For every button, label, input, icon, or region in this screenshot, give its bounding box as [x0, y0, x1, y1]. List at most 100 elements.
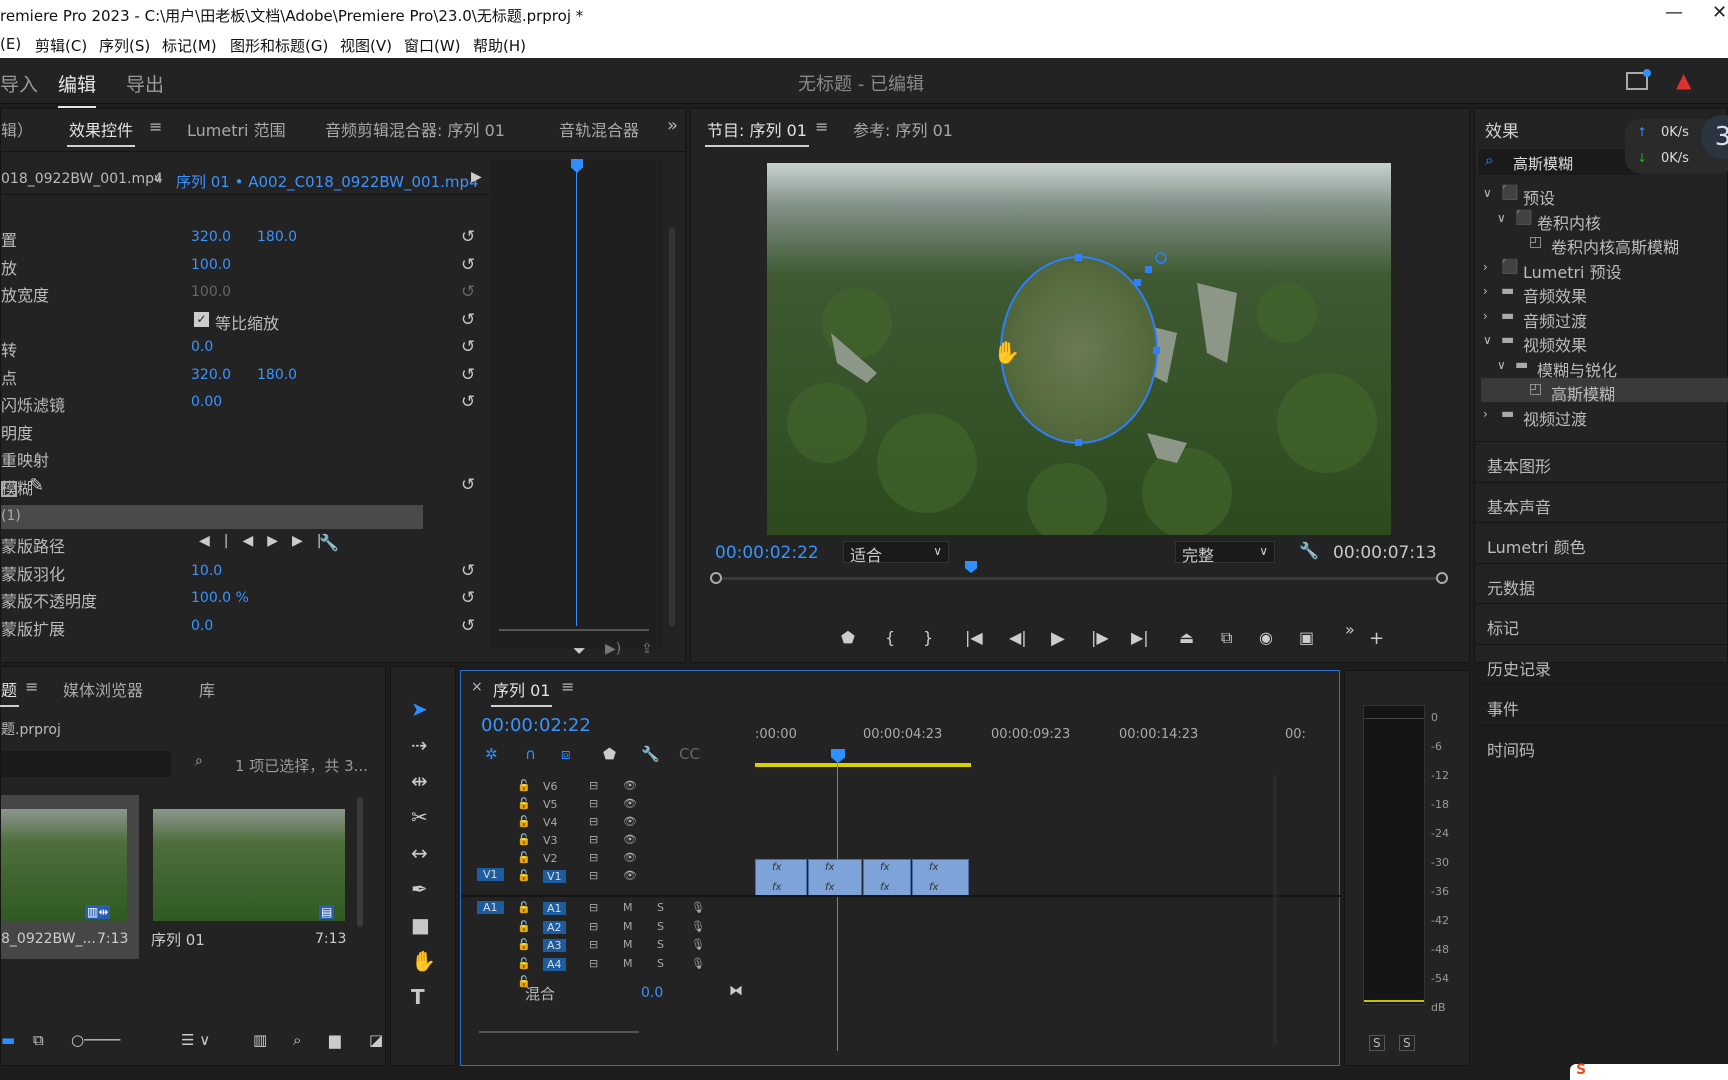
fit-dropdown[interactable]: 适合 ∨ [843, 541, 949, 565]
tab-audio-clip-mixer[interactable]: 音频剪辑混合器: 序列 01 [325, 117, 505, 141]
lock-icon[interactable]: 🔓 [517, 815, 531, 828]
ellipse-mask-icon[interactable] [1, 481, 17, 497]
property-value-2[interactable]: 180.0 [257, 367, 297, 383]
track-scroll[interactable] [1273, 775, 1277, 1045]
step-forward-icon[interactable]: |▶ [1091, 628, 1109, 647]
track-label[interactable]: A1 [543, 902, 566, 915]
eye-icon[interactable]: 👁 [623, 851, 637, 864]
chevron-icon[interactable]: › [1483, 309, 1488, 323]
rectangle-tool-icon[interactable]: ■ [411, 913, 430, 937]
mark-in-icon[interactable]: { [885, 628, 895, 647]
track-label[interactable]: A3 [543, 939, 566, 952]
sync-lock-icon[interactable]: ⊟ [589, 957, 598, 970]
comparison-view-icon[interactable]: ▣ [1299, 628, 1314, 647]
source-a1[interactable]: A1 [477, 901, 504, 914]
tab-export[interactable]: 导出 [126, 70, 164, 97]
effects-section[interactable]: 元数据 [1487, 575, 1535, 599]
sync-lock-icon[interactable]: ⊟ [589, 833, 598, 846]
effects-section[interactable]: 基本声音 [1487, 494, 1551, 518]
lock-icon[interactable]: 🔓 [517, 833, 531, 846]
camera-icon[interactable]: ◉ [1259, 628, 1273, 647]
reset-icon[interactable]: ↺ [461, 475, 475, 495]
playhead-timecode[interactable]: 00:00:02:22 [715, 543, 819, 563]
effects-tree-item[interactable]: 预设 [1523, 185, 1555, 209]
panel-menu-icon[interactable]: ≡ [25, 677, 38, 696]
menu-view[interactable]: 视图(V) [340, 35, 392, 56]
wrench-icon[interactable]: 🔧 [641, 745, 660, 763]
effects-section[interactable]: Lumetri 颜色 [1487, 534, 1586, 558]
menu-window[interactable]: 窗口(W) [404, 35, 461, 56]
sort-icon[interactable]: ☰ ∨ [181, 1031, 210, 1049]
effects-search[interactable]: ⌕ 高斯模糊 [1479, 149, 1639, 175]
track-label[interactable]: V1 [543, 870, 566, 883]
new-item-icon[interactable]: ◪ [369, 1031, 383, 1049]
close-button[interactable]: ✕ [1712, 2, 1727, 23]
reset-icon[interactable]: ↺ [461, 392, 475, 412]
monitor-scrubber[interactable] [710, 561, 1448, 584]
tab-reference[interactable]: 参考: 序列 01 [853, 117, 953, 141]
close-icon[interactable]: × [471, 679, 483, 695]
sequence-clip-label[interactable]: 序列 01 • A002_C018_0922BW_001.mp4 [176, 171, 479, 192]
scrubber-end-handle[interactable] [1436, 572, 1448, 584]
track-label[interactable]: A2 [543, 920, 566, 934]
warning-icon[interactable]: ▲ [1676, 68, 1691, 92]
find-icon[interactable]: ⌕ [195, 753, 203, 769]
pen-mask-icon[interactable]: ✎ [29, 475, 44, 496]
zoom-scrollbar[interactable] [499, 629, 649, 631]
video-frame[interactable]: ✋ [767, 163, 1391, 535]
property-value-2[interactable]: 180.0 [257, 229, 297, 245]
find-icon[interactable]: ⌕ [293, 1031, 301, 1049]
uniform-scale-checkbox[interactable]: ✓ [194, 311, 209, 327]
project-item-clip[interactable]: ▥⇹ 8_0922BW_... 7:13 [1, 795, 139, 959]
mask-property-value[interactable]: 0.0 [191, 618, 213, 634]
tab-sequence[interactable]: 序列 01 [490, 677, 553, 707]
lock-icon[interactable]: 🔓 [517, 920, 531, 933]
property-value[interactable]: 0.0 [191, 339, 213, 355]
timeline-timecode[interactable]: 00:00:02:22 [481, 715, 591, 736]
effects-section[interactable]: 时间码 [1487, 737, 1535, 761]
track-label[interactable]: V6 [543, 780, 558, 793]
sync-lock-icon[interactable]: ⊟ [589, 851, 598, 864]
eye-icon[interactable]: 👁 [623, 779, 637, 792]
tab-program[interactable]: 节目: 序列 01 [705, 117, 809, 147]
lock-icon[interactable]: 🔓 [517, 869, 531, 882]
mix-toggle-icon[interactable]: ⧓ [729, 983, 743, 999]
go-to-in-icon[interactable]: |◀ [965, 628, 983, 647]
eye-icon[interactable]: 👁 [623, 833, 637, 846]
solo-right-button[interactable]: S [1399, 1035, 1415, 1051]
timeline-zoom-bar[interactable] [479, 1031, 639, 1033]
mic-icon[interactable]: 🎙 [691, 957, 705, 970]
reset-icon[interactable]: ↺ [461, 337, 475, 357]
mask-track-controls[interactable]: ◀|◀▶▶| [199, 533, 336, 549]
nest-icon[interactable]: ✲ [485, 745, 498, 763]
mic-icon[interactable]: 🎙 [691, 938, 705, 951]
effects-tree-item[interactable]: Lumetri 预设 [1523, 259, 1622, 283]
property-value[interactable]: 100.0 [191, 284, 231, 300]
wrench-icon[interactable]: 🔧 [1299, 541, 1319, 560]
list-view-icon[interactable]: ▬ [1, 1031, 15, 1049]
mask-row[interactable]: (1) [1, 505, 423, 529]
effects-tree-item[interactable]: 卷积内核 [1537, 210, 1601, 234]
tab-lumetri-scopes[interactable]: Lumetri 范围 [187, 117, 286, 141]
reset-icon[interactable]: ↺ [461, 227, 475, 247]
property-value[interactable]: 100.0 [191, 257, 231, 273]
slip-tool-icon[interactable]: ↔ [411, 841, 428, 865]
effects-section[interactable]: 事件 [1487, 696, 1519, 720]
mix-value[interactable]: 0.0 [641, 985, 663, 1001]
effects-tree-item[interactable]: 卷积内核高斯模糊 [1551, 234, 1679, 258]
video-clip[interactable]: fx fx [808, 859, 862, 897]
mute-button[interactable]: M [623, 938, 633, 951]
reset-icon[interactable]: ↺ [461, 561, 475, 581]
mic-icon[interactable]: 🎙 [691, 920, 705, 933]
type-tool-icon[interactable]: T [411, 985, 425, 1009]
sync-lock-icon[interactable]: ⊟ [589, 920, 598, 933]
solo-left-button[interactable]: S [1369, 1035, 1385, 1051]
more-tabs-icon[interactable]: » [667, 115, 678, 136]
extract-icon[interactable]: ⧉ [1221, 628, 1232, 648]
lock-icon[interactable]: 🔓 [517, 938, 531, 951]
eye-icon[interactable]: 👁 [623, 797, 637, 810]
effects-section[interactable]: 标记 [1487, 615, 1519, 639]
effects-tree-item[interactable]: 模糊与锐化 [1537, 357, 1617, 381]
menu-help[interactable]: 帮助(H) [473, 35, 526, 56]
mark-out-icon[interactable]: } [923, 628, 933, 647]
